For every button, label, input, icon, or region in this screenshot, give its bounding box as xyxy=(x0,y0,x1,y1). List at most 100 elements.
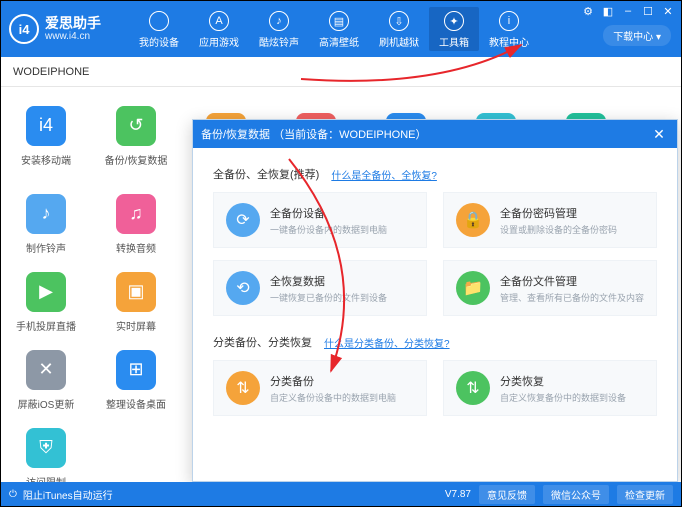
tool-convert-audio[interactable]: ♫ 转换音频 xyxy=(91,185,181,263)
status-right: V7.87 意见反馈 微信公众号 检查更新 xyxy=(445,485,673,504)
section-label: 分类备份、分类恢复 xyxy=(213,334,312,350)
download-center-button[interactable]: 下载中心 ▾ xyxy=(603,25,671,46)
card-backup-file-mgmt[interactable]: 📁 全备份文件管理 管理、查看所有已备份的文件及内容 xyxy=(443,260,657,316)
app-icon: A xyxy=(209,11,229,31)
nav-toolbox[interactable]: ✦ 工具箱 xyxy=(429,7,479,51)
close-button[interactable]: ✕ xyxy=(661,5,675,17)
transfer-icon: ⇅ xyxy=(226,371,260,405)
logo-block: i4 爱思助手 www.i4.cn xyxy=(9,14,129,44)
dialog-title-text: 备份/恢复数据 （当前设备：WODEIPHONE） xyxy=(201,126,427,142)
info-icon: i xyxy=(499,11,519,31)
tool-label: 整理设备桌面 xyxy=(106,396,166,411)
nav-label: 工具箱 xyxy=(439,34,469,49)
card-title: 分类恢复 xyxy=(500,373,626,389)
backup-restore-dialog: 备份/恢复数据 （当前设备：WODEIPHONE） ✕ 全备份、全恢复(推荐) … xyxy=(192,119,678,482)
tool-label: 转换音频 xyxy=(116,240,156,255)
dialog-body: 全备份、全恢复(推荐) 什么是全备份、全恢复? ⟳ 全备份设备 一键备份设备内的… xyxy=(193,148,677,481)
skin-icon[interactable]: ◧ xyxy=(601,5,615,17)
nav-label: 高清壁纸 xyxy=(319,34,359,49)
status-bar: ⏻ 阻止iTunes自动运行 V7.87 意见反馈 微信公众号 检查更新 xyxy=(1,482,681,506)
dialog-close-button[interactable]: ✕ xyxy=(649,124,669,144)
card-title: 全备份密码管理 xyxy=(500,205,617,221)
lock-icon: 🔒 xyxy=(456,203,490,237)
nav-wallpapers[interactable]: ▤ 高清壁纸 xyxy=(309,7,369,51)
nav-label: 酷炫铃声 xyxy=(259,34,299,49)
version-label: V7.87 xyxy=(445,489,471,500)
nav-flash[interactable]: ⇩ 刷机越狱 xyxy=(369,7,429,51)
section-label: 全备份、全恢复(推荐) xyxy=(213,166,319,182)
tools-icon: ✦ xyxy=(444,11,464,31)
tool-backup-restore[interactable]: ↺ 备份/恢复数据 xyxy=(91,97,181,175)
grid-icon: ⊞ xyxy=(116,350,156,390)
tool-label: 备份/恢复数据 xyxy=(105,152,168,167)
bell-icon: ♪ xyxy=(269,11,289,31)
device-tab[interactable]: WODEIPHONE xyxy=(13,66,89,78)
power-icon: ⏻ xyxy=(9,489,17,500)
check-update-button[interactable]: 检查更新 xyxy=(617,485,673,504)
nav-apps[interactable]: A 应用游戏 xyxy=(189,7,249,51)
section-category-header: 分类备份、分类恢复 什么是分类备份、分类恢复? xyxy=(213,334,657,350)
folder-icon: 📁 xyxy=(456,271,490,305)
backup-icon: ↺ xyxy=(116,106,156,146)
card-backup-password[interactable]: 🔒 全备份密码管理 设置或删除设备的全备份密码 xyxy=(443,192,657,248)
tool-label: 屏蔽iOS更新 xyxy=(18,396,75,411)
music-icon: ♫ xyxy=(116,194,156,234)
app-url: www.i4.cn xyxy=(45,31,101,42)
maximize-button[interactable]: ☐ xyxy=(641,5,655,17)
shield-icon: ⛨ xyxy=(26,428,66,468)
tool-make-ringtone[interactable]: ♪ 制作铃声 xyxy=(1,185,91,263)
transfer-icon: ⇅ xyxy=(456,371,490,405)
device-tab-row: WODEIPHONE xyxy=(1,57,681,87)
card-subtitle: 自定义恢复备份中的数据到设备 xyxy=(500,391,626,404)
card-subtitle: 设置或删除设备的全备份密码 xyxy=(500,223,617,236)
apple-icon xyxy=(149,11,169,31)
card-subtitle: 管理、查看所有已备份的文件及内容 xyxy=(500,291,644,304)
nav-my-device[interactable]: 我的设备 xyxy=(129,7,189,51)
bell-icon: ♪ xyxy=(26,194,66,234)
tool-column-left: ♪ 制作铃声 ♫ 转换音频 ▶ 手机投屏直播 ▣ 实时屏幕 ✕ 屏蔽iOS更新 … xyxy=(1,175,181,497)
refresh-icon: ⟳ xyxy=(226,203,260,237)
card-title: 全恢复数据 xyxy=(270,273,387,289)
tool-organize-desktop[interactable]: ⊞ 整理设备桌面 xyxy=(91,341,181,419)
header-bar: i4 爱思助手 www.i4.cn 我的设备 A 应用游戏 ♪ 酷炫铃声 ▤ 高… xyxy=(1,1,681,57)
screen-icon: ▣ xyxy=(116,272,156,312)
section-help-link[interactable]: 什么是分类备份、分类恢复? xyxy=(324,335,450,350)
image-icon: ▤ xyxy=(329,11,349,31)
feedback-button[interactable]: 意见反馈 xyxy=(479,485,535,504)
tool-install-mobile[interactable]: i4 安装移动端 xyxy=(1,97,91,175)
play-icon: ▶ xyxy=(26,272,66,312)
card-row-2: ⟲ 全恢复数据 一键恢复已备份的文件到设备 📁 全备份文件管理 管理、查看所有已… xyxy=(213,260,657,316)
card-row-3: ⇅ 分类备份 自定义备份设备中的数据到电脑 ⇅ 分类恢复 自定义恢复备份中的数据… xyxy=(213,360,657,416)
tool-realtime-screen[interactable]: ▣ 实时屏幕 xyxy=(91,263,181,341)
window-controls: ⚙ ◧ – ☐ ✕ xyxy=(581,5,675,17)
status-left[interactable]: ⏻ 阻止iTunes自动运行 xyxy=(9,487,113,502)
card-category-backup[interactable]: ⇅ 分类备份 自定义备份设备中的数据到电脑 xyxy=(213,360,427,416)
tool-block-ios-update[interactable]: ✕ 屏蔽iOS更新 xyxy=(1,341,91,419)
wechat-button[interactable]: 微信公众号 xyxy=(543,485,609,504)
card-title: 分类备份 xyxy=(270,373,396,389)
card-subtitle: 一键恢复已备份的文件到设备 xyxy=(270,291,387,304)
tool-label: 手机投屏直播 xyxy=(16,318,76,333)
dialog-titlebar: 备份/恢复数据 （当前设备：WODEIPHONE） ✕ xyxy=(193,120,677,148)
logo-text: 爱思助手 www.i4.cn xyxy=(45,16,101,42)
card-subtitle: 一键备份设备内的数据到电脑 xyxy=(270,223,387,236)
nav-label: 我的设备 xyxy=(139,34,179,49)
nav-label: 应用游戏 xyxy=(199,34,239,49)
minimize-button[interactable]: – xyxy=(621,5,635,17)
card-full-restore[interactable]: ⟲ 全恢复数据 一键恢复已备份的文件到设备 xyxy=(213,260,427,316)
app-title: 爱思助手 xyxy=(45,16,101,31)
card-full-backup-device[interactable]: ⟳ 全备份设备 一键备份设备内的数据到电脑 xyxy=(213,192,427,248)
card-title: 全备份文件管理 xyxy=(500,273,644,289)
nav-ringtones[interactable]: ♪ 酷炫铃声 xyxy=(249,7,309,51)
card-category-restore[interactable]: ⇅ 分类恢复 自定义恢复备份中的数据到设备 xyxy=(443,360,657,416)
tool-label: 安装移动端 xyxy=(21,152,71,167)
section-help-link[interactable]: 什么是全备份、全恢复? xyxy=(331,167,437,182)
section-full-header: 全备份、全恢复(推荐) 什么是全备份、全恢复? xyxy=(213,166,657,182)
nav-tutorials[interactable]: i 教程中心 xyxy=(479,7,539,51)
card-row-1: ⟳ 全备份设备 一键备份设备内的数据到电脑 🔒 全备份密码管理 设置或删除设备的… xyxy=(213,192,657,248)
tool-screencast[interactable]: ▶ 手机投屏直播 xyxy=(1,263,91,341)
logo-icon: i4 xyxy=(9,14,39,44)
tool-label: 制作铃声 xyxy=(26,240,66,255)
settings-icon[interactable]: ⚙ xyxy=(581,5,595,17)
restore-icon: ⟲ xyxy=(226,271,260,305)
